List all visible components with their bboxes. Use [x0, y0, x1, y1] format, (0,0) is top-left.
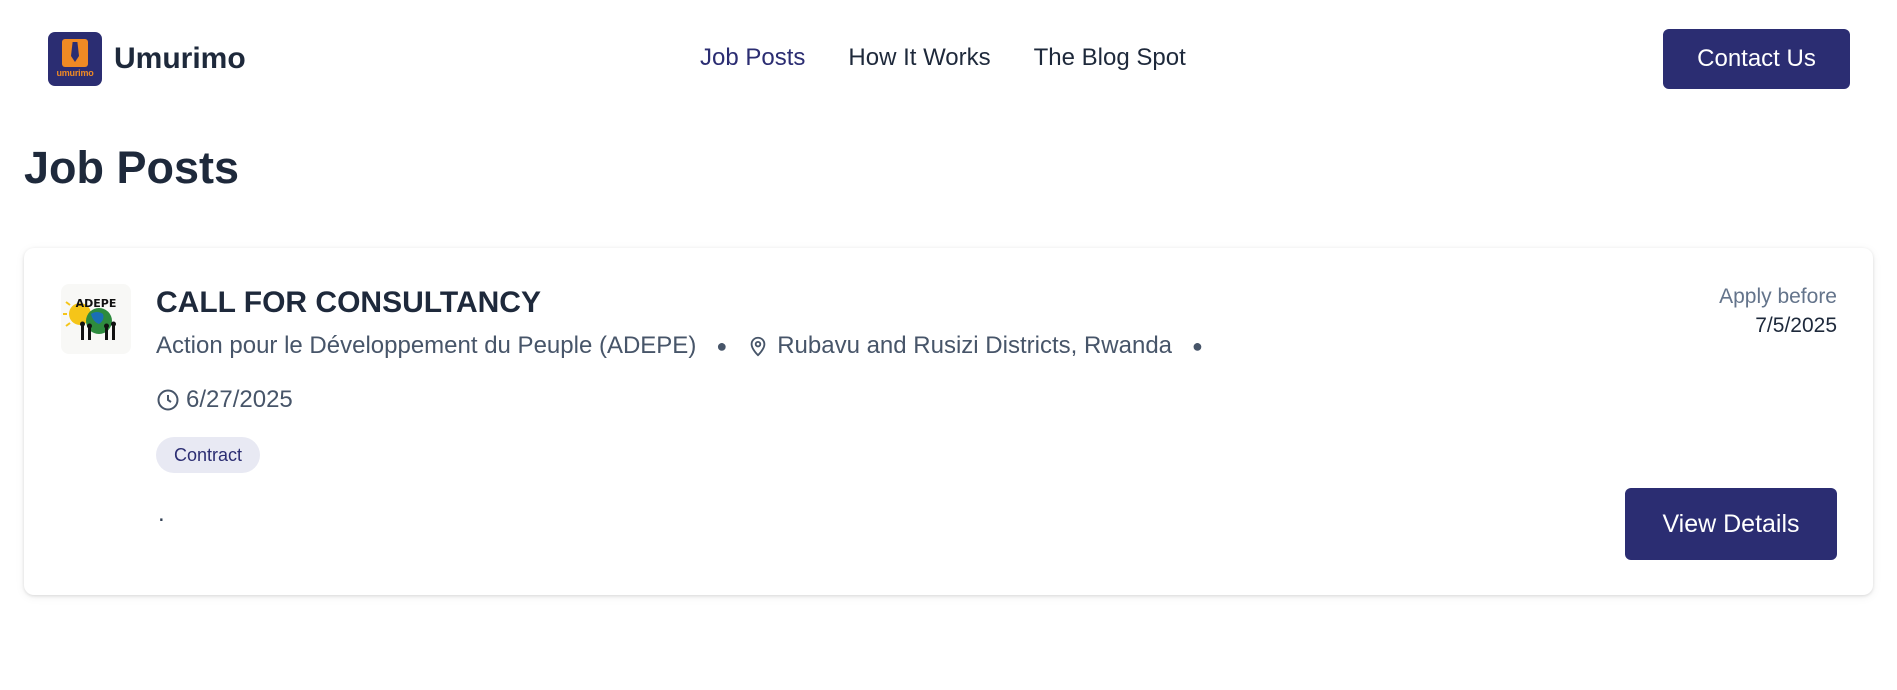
- posted-date: 6/27/2025: [186, 386, 293, 413]
- posted-date-row: 6/27/2025: [156, 386, 293, 414]
- view-details-button[interactable]: View Details: [1625, 488, 1837, 560]
- organization-name: Action pour le Développement du Peuple (…: [156, 332, 697, 359]
- umurimo-logo: umurimo: [48, 32, 102, 86]
- job-location: Rubavu and Rusizi Districts, Rwanda: [777, 332, 1173, 359]
- job-type-badge: Contract: [156, 437, 261, 473]
- contact-us-button[interactable]: Contact Us: [1663, 29, 1850, 89]
- job-description: .: [158, 500, 165, 527]
- page-title: Job Posts: [24, 142, 240, 193]
- separator-dot: ●: [716, 335, 728, 356]
- map-pin-icon: [750, 336, 766, 357]
- job-card: ADEPE CALL FOR CONSULTANCY Action pour l…: [24, 248, 1873, 595]
- job-title[interactable]: CALL FOR CONSULTANCY: [156, 286, 541, 320]
- site-header: umurimo Umurimo Job Posts How It Works T…: [0, 0, 1897, 118]
- brand-name: Umurimo: [114, 42, 246, 75]
- adepe-logo-text: ADEPE: [76, 297, 117, 310]
- nav-blog-spot[interactable]: The Blog Spot: [1034, 44, 1186, 72]
- nav-how-it-works[interactable]: How It Works: [848, 44, 990, 72]
- main-nav: Job Posts How It Works The Blog Spot: [700, 44, 1186, 72]
- clock-icon: [157, 389, 179, 411]
- apply-before-label: Apply before: [1719, 285, 1837, 308]
- organization-logo: ADEPE: [61, 284, 131, 354]
- nav-job-posts[interactable]: Job Posts: [700, 44, 805, 72]
- brand[interactable]: umurimo Umurimo: [48, 32, 246, 86]
- separator-dot: ●: [1192, 335, 1203, 356]
- apply-before-date: 7/5/2025: [1755, 314, 1837, 337]
- job-meta: Action pour le Développement du Peuple (…: [156, 332, 1223, 360]
